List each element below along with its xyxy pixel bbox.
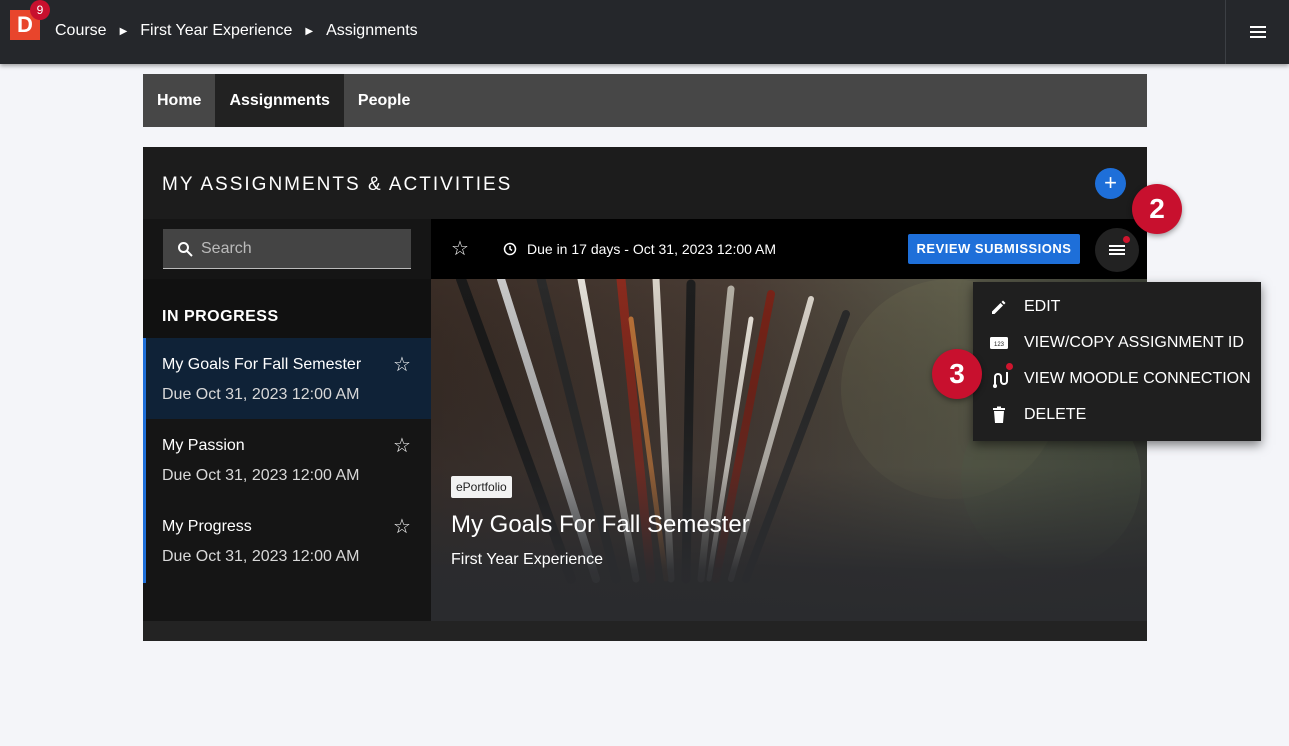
assignment-menu-button[interactable]: [1095, 228, 1139, 272]
menu-item-label: EDIT: [1024, 298, 1061, 315]
list-item[interactable]: My Passion Due Oct 31, 2023 12:00 AM ☆: [146, 419, 431, 500]
menu-item-label: VIEW/COPY ASSIGNMENT ID: [1024, 334, 1244, 351]
menu-item-view-moodle-connection[interactable]: VIEW MOODLE CONNECTION: [973, 361, 1261, 397]
caret-right-icon: ▶: [305, 25, 314, 37]
list-item-due: Due Oct 31, 2023 12:00 AM: [162, 467, 360, 484]
list-item-due: Due Oct 31, 2023 12:00 AM: [162, 548, 360, 565]
step-marker-2: 2: [1132, 184, 1182, 234]
detail-toolbar: ☆ Due in 17 days - Oct 31, 2023 12:00 AM…: [431, 219, 1147, 279]
panel-footer: [143, 621, 1147, 641]
section-title: IN PROGRESS: [162, 308, 279, 325]
list-item[interactable]: My Goals For Fall Semester Due Oct 31, 2…: [146, 338, 431, 419]
divider: [1225, 0, 1226, 64]
clock-icon: [503, 242, 517, 256]
list-item-title: My Progress: [162, 518, 252, 535]
trash-icon: [993, 406, 1005, 423]
menu-item-delete[interactable]: DELETE: [973, 397, 1261, 433]
add-assignment-button[interactable]: +: [1095, 168, 1126, 199]
menu-item-view-copy-id[interactable]: 123 VIEW/COPY ASSIGNMENT ID: [973, 325, 1261, 361]
svg-text:123: 123: [994, 342, 1005, 348]
search-box: [163, 229, 411, 269]
menu-item-label: DELETE: [1024, 406, 1087, 423]
notification-dot: [1123, 236, 1130, 243]
breadcrumb-course[interactable]: Course: [55, 22, 107, 40]
assignment-list: My Goals For Fall Semester Due Oct 31, 2…: [143, 338, 431, 583]
search-input[interactable]: [201, 229, 401, 269]
search-icon: [178, 242, 193, 257]
breadcrumb: Course ▶ First Year Experience ▶ Assignm…: [55, 22, 418, 40]
list-item[interactable]: My Progress Due Oct 31, 2023 12:00 AM ☆: [146, 500, 431, 581]
tab-people[interactable]: People: [344, 74, 424, 127]
notification-badge[interactable]: 9: [30, 0, 50, 20]
hamburger-menu-icon[interactable]: [1248, 22, 1268, 42]
tab-assignments[interactable]: Assignments: [215, 74, 344, 127]
id-number-icon: 123: [990, 337, 1008, 349]
tab-home[interactable]: Home: [143, 74, 215, 127]
review-submissions-button[interactable]: REVIEW SUBMISSIONS: [908, 234, 1080, 264]
star-icon[interactable]: ☆: [393, 433, 411, 458]
course-name: First Year Experience: [451, 551, 604, 568]
list-item-title: My Goals For Fall Semester: [162, 356, 362, 373]
breadcrumb-first-year-experience[interactable]: First Year Experience: [140, 22, 292, 40]
pencil-icon: [992, 300, 1006, 314]
caret-right-icon: ▶: [119, 25, 128, 37]
breadcrumb-assignments[interactable]: Assignments: [326, 22, 418, 40]
type-tag: ePortfolio: [451, 476, 512, 498]
menu-item-label: VIEW MOODLE CONNECTION: [1024, 370, 1251, 387]
star-icon[interactable]: ☆: [451, 236, 469, 261]
top-bar: D 9 Course ▶ First Year Experience ▶ Ass…: [0, 0, 1289, 64]
notification-dot: [1006, 363, 1013, 370]
step-marker-3: 3: [932, 349, 982, 399]
assignment-title: My Goals For Fall Semester: [451, 511, 750, 538]
due-date-text: Due in 17 days - Oct 31, 2023 12:00 AM: [527, 241, 777, 257]
assignment-context-menu: EDIT 123 VIEW/COPY ASSIGNMENT ID VIEW MO…: [973, 282, 1261, 441]
menu-item-edit[interactable]: EDIT: [973, 289, 1261, 325]
assignment-sidebar: IN PROGRESS My Goals For Fall Semester D…: [143, 219, 431, 621]
plus-icon: +: [1104, 170, 1117, 195]
list-item-title: My Passion: [162, 437, 245, 454]
course-nav-tabs: Home Assignments People: [143, 74, 1147, 127]
section-header: IN PROGRESS: [143, 279, 431, 338]
star-icon[interactable]: ☆: [393, 352, 411, 377]
star-icon[interactable]: ☆: [393, 514, 411, 539]
panel-title: MY ASSIGNMENTS & ACTIVITIES: [162, 174, 513, 195]
list-item-due: Due Oct 31, 2023 12:00 AM: [162, 386, 360, 403]
connection-icon: [993, 372, 1008, 388]
